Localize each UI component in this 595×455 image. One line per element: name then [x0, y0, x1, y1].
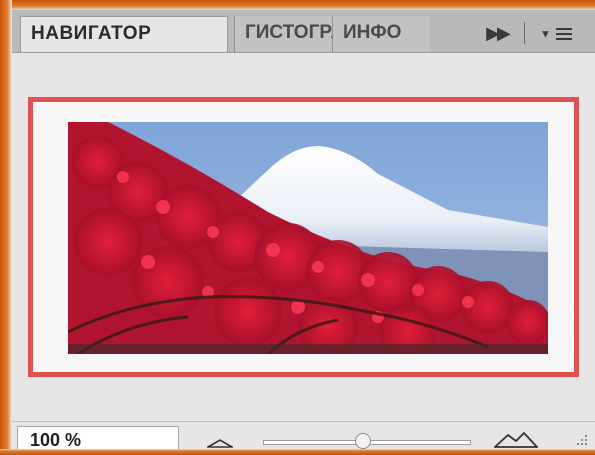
- tab-histogram[interactable]: ГИСТОГРАММА: [234, 16, 332, 52]
- navigator-panel: НАВИГАТОР ГИСТОГРАММА ИНФО ▶▶ ▼: [0, 0, 595, 455]
- thumbnail-image: [68, 122, 548, 354]
- tab-navigator[interactable]: НАВИГАТОР: [20, 16, 228, 52]
- resize-grip-icon[interactable]: [573, 433, 589, 449]
- zoom-slider-thumb[interactable]: [355, 433, 372, 449]
- menu-arrow-icon: ▼: [540, 28, 551, 41]
- panel-menu-icon[interactable]: ▼: [536, 20, 576, 46]
- small-mountain-icon[interactable]: [207, 436, 233, 448]
- tab-bar-divider: [524, 22, 525, 44]
- menu-lines-icon: [555, 28, 572, 41]
- large-mountain-icon[interactable]: [494, 430, 538, 448]
- panel-tab-bar: НАВИГАТОР ГИСТОГРАММА ИНФО ▶▶ ▼: [12, 10, 595, 53]
- frame-edge-top: [0, 0, 595, 10]
- frame-edge-bottom: [0, 449, 595, 455]
- navigator-thumbnail: [68, 122, 548, 354]
- frame-edge-left: [0, 0, 12, 455]
- bottom-separator: [12, 421, 595, 422]
- view-area-proxy[interactable]: [28, 97, 579, 377]
- tab-info[interactable]: ИНФО: [332, 16, 430, 52]
- double-chevron-right-icon[interactable]: ▶▶: [482, 20, 512, 46]
